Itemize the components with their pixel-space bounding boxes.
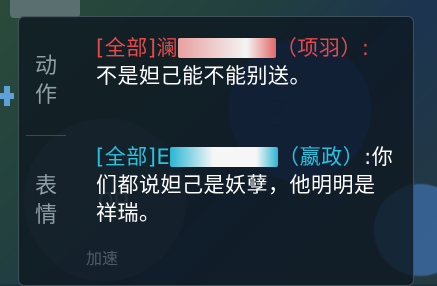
sender-name: E — [156, 145, 171, 169]
chat-message: [全部]澜 （项羽）: 不是妲己能不能别送。 — [96, 36, 370, 88]
redacted-name — [177, 38, 276, 58]
heal-cross-icon — [0, 83, 14, 109]
background-speedup-label: 加速 — [86, 249, 119, 268]
chat-message: [全部]E （嬴政）:你们都说妲己是妖孽，他明明是祥瑞。 — [96, 145, 394, 225]
tab-emote[interactable]: 表情 — [32, 172, 60, 230]
sender-hero: 项羽 — [297, 36, 341, 60]
tab-divider — [26, 135, 66, 136]
sender-name: 澜 — [156, 36, 178, 60]
tab-action[interactable]: 动作 — [32, 52, 60, 110]
message-text: 不是妲己能不能别送。 — [96, 64, 311, 88]
message-channel: [全部] — [96, 145, 157, 169]
message-channel: [全部] — [96, 36, 157, 60]
redacted-name — [170, 147, 279, 167]
sender-hero: 嬴政 — [299, 145, 343, 169]
